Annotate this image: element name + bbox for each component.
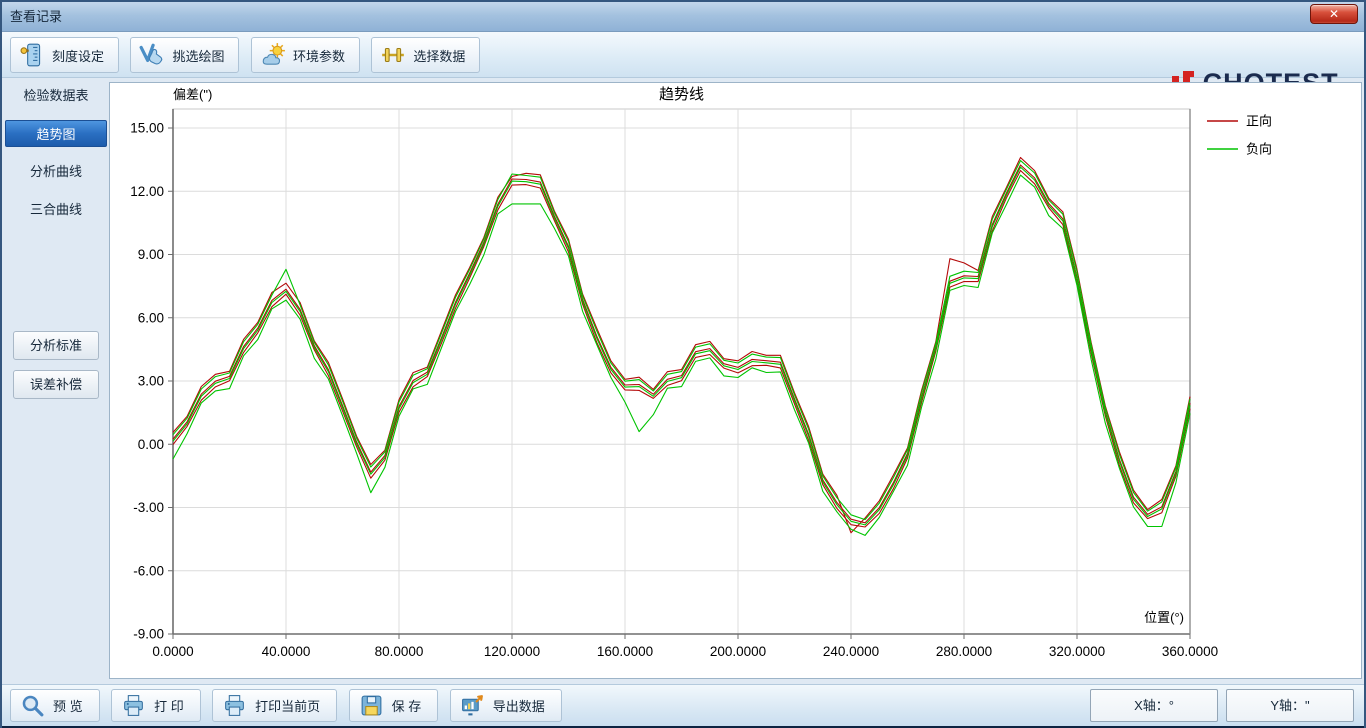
print-button[interactable]: 打 印 — [111, 689, 201, 722]
print-current-page-button[interactable]: 打印当前页 — [212, 689, 337, 722]
export-icon — [460, 693, 485, 718]
svg-text:200.0000: 200.0000 — [710, 644, 766, 659]
error-compensation-button[interactable]: 误差补偿 — [13, 370, 99, 399]
sidebar-spacer — [5, 234, 107, 331]
svg-text:-9.00: -9.00 — [133, 627, 164, 642]
scale-settings-icon — [19, 42, 45, 68]
preview-button[interactable]: 预 览 — [10, 689, 100, 722]
save-button[interactable]: 保 存 — [349, 689, 439, 722]
chart-panel: 15.00 12.00 9.00 6.00 3.00 0.00 -3.00 -6.00 -9.0… — [109, 82, 1362, 679]
svg-text:280.0000: 280.0000 — [936, 644, 992, 659]
pick-plot-icon — [139, 42, 165, 68]
environment-button[interactable]: 环境参数 — [251, 37, 360, 73]
preview-icon — [20, 693, 45, 718]
toolbar: 刻度设定 挑选绘图 环境参数 — [2, 32, 1364, 78]
svg-text:位置(°): 位置(°) — [1144, 610, 1184, 625]
print-label: 打 印 — [154, 696, 184, 715]
scale-settings-button[interactable]: 刻度设定 — [10, 37, 119, 73]
print-current-page-label: 打印当前页 — [255, 696, 320, 715]
svg-text:-6.00: -6.00 — [133, 563, 164, 578]
titlebar: 查看记录 ✕ — [2, 2, 1364, 32]
svg-text:12.00: 12.00 — [130, 184, 164, 199]
analysis-standard-button[interactable]: 分析标准 — [13, 331, 99, 360]
svg-text:40.0000: 40.0000 — [262, 644, 311, 659]
svg-text:3.00: 3.00 — [138, 374, 164, 389]
sidebar-item-trend-chart[interactable]: 趋势图 — [5, 120, 107, 147]
svg-text:正向: 正向 — [1246, 114, 1272, 129]
svg-text:趋势线: 趋势线 — [659, 86, 704, 103]
select-data-label: 选择数据 — [413, 46, 465, 65]
environment-icon — [260, 42, 286, 68]
preview-label: 预 览 — [53, 696, 83, 715]
x-axis-unit-button[interactable]: X轴：° — [1090, 689, 1218, 722]
scale-settings-label: 刻度设定 — [52, 46, 104, 65]
svg-text:-3.00: -3.00 — [133, 500, 164, 515]
environment-label: 环境参数 — [293, 46, 345, 65]
print-icon — [121, 693, 146, 718]
svg-text:240.0000: 240.0000 — [823, 644, 879, 659]
sidebar-item-triple-curve[interactable]: 三合曲线 — [5, 196, 107, 223]
save-icon — [359, 693, 384, 718]
export-data-label: 导出数据 — [493, 696, 545, 715]
select-data-button[interactable]: 选择数据 — [371, 37, 480, 73]
svg-text:80.0000: 80.0000 — [375, 644, 424, 659]
svg-text:6.00: 6.00 — [138, 310, 164, 325]
svg-text:9.00: 9.00 — [138, 247, 164, 262]
svg-text:320.0000: 320.0000 — [1049, 644, 1105, 659]
app-window: 查看记录 ✕ 刻度设定 挑选绘图 — [0, 0, 1366, 728]
sidebar-item-analysis-curve[interactable]: 分析曲线 — [5, 158, 107, 185]
svg-text:偏差("): 偏差(") — [173, 87, 212, 102]
save-label: 保 存 — [392, 696, 422, 715]
bottombar: 预 览 打 印 打印当前页 — [2, 684, 1364, 726]
print-page-icon — [222, 693, 247, 718]
svg-text:0.00: 0.00 — [138, 437, 164, 452]
select-data-icon — [380, 42, 406, 68]
sidebar: 检验数据表 趋势图 分析曲线 三合曲线 分析标准 误差补偿 — [5, 82, 107, 680]
svg-text:160.0000: 160.0000 — [597, 644, 653, 659]
svg-text:360.0000: 360.0000 — [1162, 644, 1218, 659]
svg-text:15.00: 15.00 — [130, 121, 164, 136]
svg-text:0.0000: 0.0000 — [152, 644, 193, 659]
window-title: 查看记录 — [10, 2, 62, 31]
svg-text:负向: 负向 — [1246, 142, 1272, 157]
export-data-button[interactable]: 导出数据 — [450, 689, 562, 722]
pick-plot-button[interactable]: 挑选绘图 — [130, 37, 239, 73]
svg-text:120.0000: 120.0000 — [484, 644, 540, 659]
trend-chart-svg: 15.00 12.00 9.00 6.00 3.00 0.00 -3.00 -6.00 -9.0… — [110, 83, 1361, 678]
close-button[interactable]: ✕ — [1310, 4, 1358, 24]
sidebar-item-data-table[interactable]: 检验数据表 — [5, 82, 107, 109]
pick-plot-label: 挑选绘图 — [172, 46, 224, 65]
y-axis-unit-button[interactable]: Y轴：" — [1226, 689, 1354, 722]
